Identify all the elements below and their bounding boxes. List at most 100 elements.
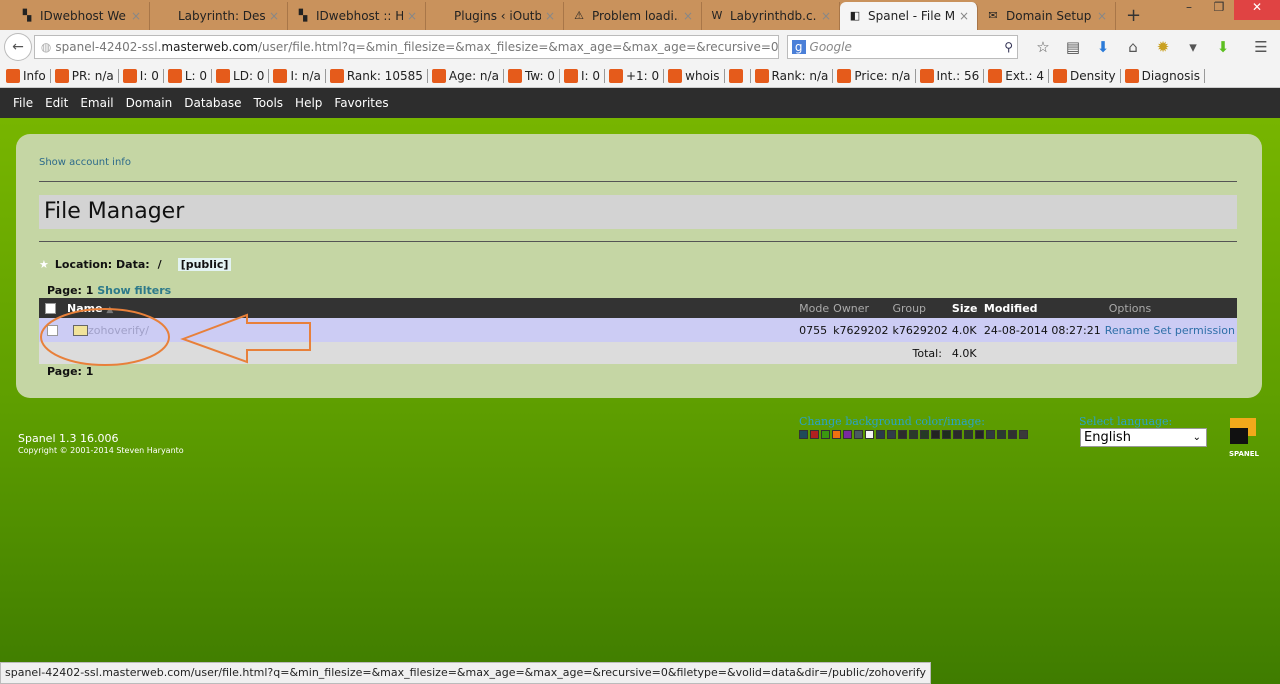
column-name[interactable]: Name ▲: [65, 298, 798, 318]
toolbar-item[interactable]: L: 0: [164, 68, 213, 83]
new-tab-button[interactable]: +: [1116, 2, 1151, 30]
toolbar-item[interactable]: Info: [2, 68, 51, 83]
download-green-icon[interactable]: ⬇: [1208, 38, 1238, 56]
browser-tab[interactable]: W Labyrinthdb.c... ×: [702, 2, 840, 30]
close-tab-icon[interactable]: ×: [407, 9, 417, 23]
color-swatch[interactable]: [953, 430, 962, 439]
menu-item[interactable]: Domain: [126, 96, 173, 110]
toolbar-item[interactable]: +1: 0: [605, 68, 665, 83]
language-select[interactable]: English ⌄: [1080, 428, 1207, 447]
back-button[interactable]: ←: [4, 33, 32, 61]
menu-item[interactable]: Email: [80, 96, 113, 110]
toolbar-item[interactable]: I: 0: [119, 68, 164, 83]
menu-item[interactable]: File: [13, 96, 33, 110]
dropdown-icon[interactable]: ▾: [1178, 38, 1208, 56]
color-swatch[interactable]: [1008, 430, 1017, 439]
browser-tab[interactable]: Labyrinth: Design a... ×: [150, 2, 288, 30]
search-input[interactable]: g Google ⚲: [786, 35, 1018, 59]
file-name-link[interactable]: zohoverify/: [88, 324, 149, 337]
location-root-link[interactable]: /: [158, 258, 162, 271]
table-row[interactable]: zohoverify/ 0755 k7629202 k7629202 4.0K …: [39, 318, 1237, 342]
address-bar[interactable]: ◍ spanel-42402-ssl. masterweb.com/user/fi…: [33, 35, 779, 59]
downloads-icon[interactable]: ⬇: [1088, 38, 1118, 56]
menu-item[interactable]: Favorites: [334, 96, 388, 110]
toolbar-item[interactable]: LD: 0: [212, 68, 270, 83]
color-swatch[interactable]: [975, 430, 984, 439]
toolbar-item[interactable]: Density: [1049, 68, 1121, 83]
close-tab-icon[interactable]: ×: [821, 9, 831, 23]
rename-link[interactable]: Rename: [1105, 324, 1150, 337]
close-tab-icon[interactable]: ×: [683, 9, 693, 23]
set-permission-link[interactable]: Set permission: [1153, 324, 1235, 337]
color-swatch[interactable]: [942, 430, 951, 439]
close-window-button[interactable]: ✕: [1234, 0, 1280, 20]
toolbar-item[interactable]: PR: n/a: [51, 68, 119, 83]
color-swatch[interactable]: [821, 430, 830, 439]
location-dir-link[interactable]: [public]: [177, 258, 232, 271]
column-group[interactable]: Group: [890, 298, 950, 318]
color-swatch[interactable]: [1019, 430, 1028, 439]
menu-item[interactable]: Help: [295, 96, 322, 110]
close-tab-icon[interactable]: ×: [959, 9, 969, 23]
toolbar-item[interactable]: Tw: 0: [504, 68, 560, 83]
menu-item[interactable]: Edit: [45, 96, 68, 110]
color-swatch[interactable]: [898, 430, 907, 439]
color-swatch[interactable]: [931, 430, 940, 439]
seo-toolbar: Info PR: n/a I: 0 L: 0 LD: 0 I: n/a Rank: 1058…: [0, 64, 1280, 88]
toolbar-item[interactable]: Diagnosis: [1121, 68, 1205, 83]
browser-tab[interactable]: ✉ Domain Setup ×: [978, 2, 1116, 30]
color-swatch[interactable]: [964, 430, 973, 439]
toolbar-item[interactable]: I: 0: [560, 68, 605, 83]
toolbar-item[interactable]: Ext.: 4: [984, 68, 1049, 83]
color-swatch[interactable]: [832, 430, 841, 439]
toolbar-item[interactable]: Rank: 10585: [326, 68, 428, 83]
browser-tab[interactable]: ◧ Spanel - File M... ×: [840, 2, 978, 30]
browser-tab[interactable]: ▚ IDwebhost We... ×: [12, 2, 150, 30]
show-filters-link[interactable]: Show filters: [97, 284, 171, 297]
color-swatch[interactable]: [810, 430, 819, 439]
color-swatch[interactable]: [920, 430, 929, 439]
row-checkbox[interactable]: [47, 325, 58, 336]
bookmark-star-icon[interactable]: ☆: [1028, 38, 1058, 56]
browser-tab[interactable]: ▚ IDwebhost :: H... ×: [288, 2, 426, 30]
close-tab-icon[interactable]: ×: [269, 9, 279, 23]
color-swatch[interactable]: [843, 430, 852, 439]
toolbar-item[interactable]: Rank: n/a: [751, 68, 834, 83]
close-tab-icon[interactable]: ×: [545, 9, 555, 23]
toolbar-item[interactable]: I: n/a: [269, 68, 326, 83]
column-modified[interactable]: Modified: [981, 298, 1103, 318]
search-icon[interactable]: ⚲: [1004, 40, 1013, 54]
color-swatch[interactable]: [865, 430, 874, 439]
menu-item[interactable]: Database: [184, 96, 241, 110]
home-icon[interactable]: ⌂: [1118, 38, 1148, 56]
menu-icon[interactable]: ☰: [1246, 38, 1276, 56]
color-swatch[interactable]: [997, 430, 1006, 439]
pagination-bottom: Page: 1: [47, 365, 94, 378]
color-swatch[interactable]: [854, 430, 863, 439]
toolbar-item[interactable]: [725, 68, 751, 83]
close-tab-icon[interactable]: ×: [131, 9, 141, 23]
color-swatch[interactable]: [986, 430, 995, 439]
column-owner[interactable]: Owner: [831, 298, 891, 318]
select-all-checkbox[interactable]: [45, 303, 56, 314]
color-swatch[interactable]: [799, 430, 808, 439]
toolbar-item[interactable]: Int.: 56: [916, 68, 985, 83]
close-tab-icon[interactable]: ×: [1097, 9, 1107, 23]
menu-item[interactable]: Tools: [253, 96, 283, 110]
minimize-button[interactable]: –: [1174, 0, 1204, 20]
browser-tab[interactable]: Plugins ‹ iOutboun... ×: [426, 2, 564, 30]
column-size[interactable]: Size: [949, 298, 982, 318]
toolbar-item[interactable]: Price: n/a: [833, 68, 916, 83]
column-mode[interactable]: Mode: [797, 298, 832, 318]
reading-list-icon[interactable]: ▤: [1058, 38, 1088, 56]
addon-gear-icon[interactable]: ✹: [1148, 38, 1178, 56]
browser-tab[interactable]: ⚠ Problem loadi... ×: [564, 2, 702, 30]
restore-button[interactable]: ❐: [1204, 0, 1234, 20]
toolbar-item[interactable]: Age: n/a: [428, 68, 504, 83]
favorite-star-icon[interactable]: ★: [39, 258, 49, 271]
color-swatch[interactable]: [876, 430, 885, 439]
color-swatch[interactable]: [887, 430, 896, 439]
show-account-info-link[interactable]: Show account info: [39, 157, 131, 168]
color-swatch[interactable]: [909, 430, 918, 439]
toolbar-item[interactable]: whois: [664, 68, 725, 83]
